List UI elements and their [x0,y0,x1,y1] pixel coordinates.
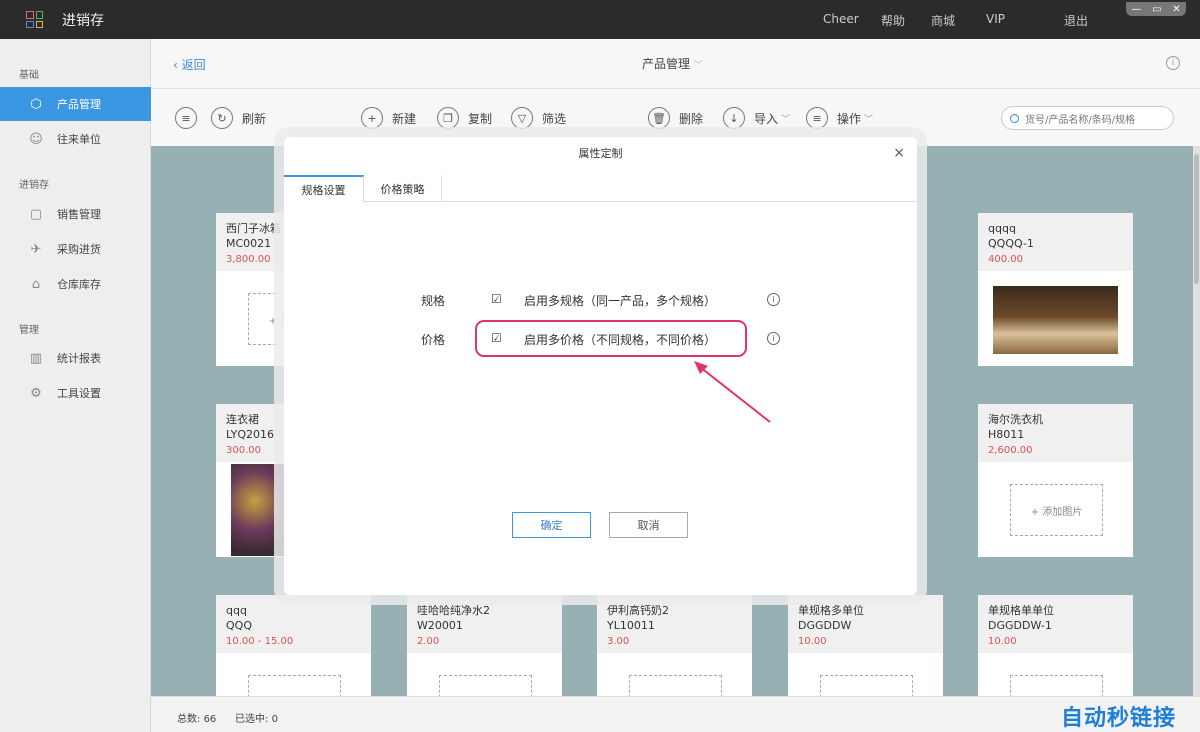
annotation-arrow [694,361,771,423]
